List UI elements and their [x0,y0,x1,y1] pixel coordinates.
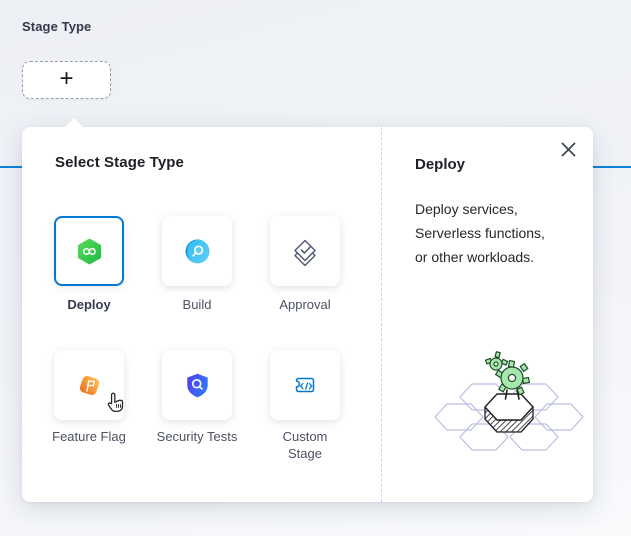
custom-stage-code-icon [291,371,319,399]
tile-feature-flag-label[interactable]: Feature Flag [48,428,130,445]
tile-security-tests[interactable] [162,350,232,420]
popover-title: Select Stage Type [55,154,184,171]
tile-approval[interactable] [270,216,340,286]
pipeline-canvas: Stage Type + Select Stage Type [0,0,631,536]
tile-security-tests-label[interactable]: Security Tests [156,428,238,445]
close-icon [561,142,576,157]
detail-description-line: or other workloads. [415,245,595,269]
panel-divider [381,127,382,502]
tile-approval-label[interactable]: Approval [264,296,346,313]
tile-deploy[interactable] [54,216,124,286]
detail-description-line: Deploy services, [415,197,595,221]
plus-icon: + [59,67,73,91]
tile-build-label[interactable]: Build [156,296,238,313]
detail-description-line: Serverless functions, [415,221,595,245]
security-shield-magnifier-icon [184,372,211,399]
popover-caret [64,118,84,138]
detail-description: Deploy services, Serverless functions, o… [415,197,595,269]
approval-diamond-check-icon [291,237,319,266]
close-button[interactable] [558,139,578,159]
stage-type-popover: Select Stage Type Deploy [22,127,593,502]
ci-sphere-magnifier-icon [184,238,211,265]
cd-hexagon-infinity-icon [76,238,103,265]
feature-flag-icon [76,372,103,399]
detail-title: Deploy [415,156,465,173]
add-stage-button[interactable]: + [22,61,111,99]
stage-type-label: Stage Type [22,19,91,34]
tile-custom-stage-label[interactable]: Custom Stage [264,428,346,462]
tile-custom-stage[interactable] [270,350,340,420]
tile-build[interactable] [162,216,232,286]
tile-deploy-label[interactable]: Deploy [48,296,130,313]
tile-feature-flag[interactable] [54,350,124,420]
gear-on-hexagon-platform-illustration [426,347,594,467]
